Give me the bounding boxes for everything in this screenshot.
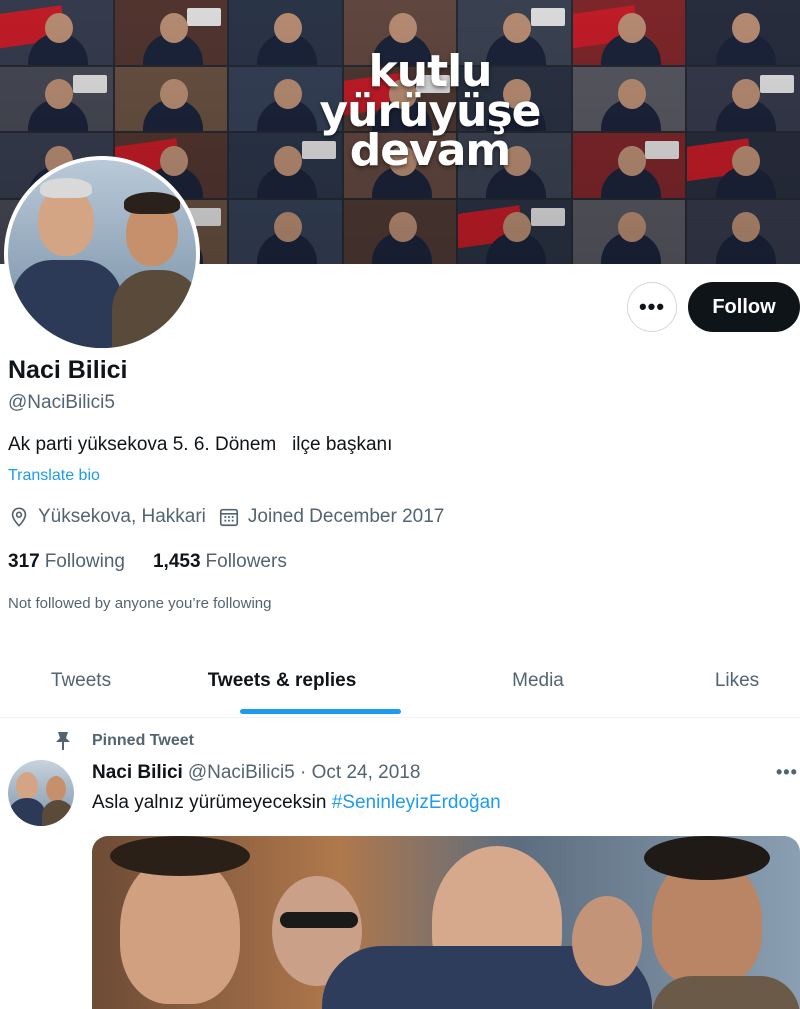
slogan-line-3: devam <box>349 125 512 177</box>
following-count: 317 <box>8 551 40 572</box>
profile-name: Naci Bilici <box>8 356 128 384</box>
profile-tabs: Tweets Tweets & replies Media Likes <box>0 656 800 718</box>
tweet-author-name[interactable]: Naci Bilici <box>92 762 183 784</box>
joined-item: Joined December 2017 <box>218 506 444 528</box>
tab-label: Media <box>512 670 564 691</box>
location-pin-icon <box>8 506 30 528</box>
translate-bio-link[interactable]: Translate bio <box>8 467 100 485</box>
tweet-hashtag[interactable]: #SeninleyizErdoğan <box>332 792 501 813</box>
tab-likes[interactable]: Likes <box>674 656 800 706</box>
location-item: Yüksekova, Hakkari <box>8 506 206 528</box>
followers-link[interactable]: 1,453 Followers <box>153 551 287 573</box>
tab-label: Tweets & replies <box>207 670 357 691</box>
tab-media[interactable]: Media <box>402 656 674 706</box>
more-options-button[interactable]: ••• <box>627 282 677 332</box>
profile-bio: Ak parti yüksekova 5. 6. Dönem ilçe başk… <box>8 434 393 455</box>
tweet-handle-date[interactable]: @NaciBilici5 · Oct 24, 2018 <box>188 762 421 784</box>
follow-button[interactable]: Follow <box>688 282 800 332</box>
calendar-icon <box>218 506 240 528</box>
pinned-label: Pinned Tweet <box>92 732 194 749</box>
tweet-media-photo[interactable] <box>92 836 800 1009</box>
avatar-photo <box>8 160 196 348</box>
tab-label: Tweets <box>50 670 112 691</box>
tab-tweets[interactable]: Tweets <box>0 656 162 706</box>
tab-tweets-and-replies[interactable]: Tweets & replies <box>162 656 402 714</box>
not-followed-note: Not followed by anyone you’re following <box>8 595 272 612</box>
tweet-text: Asla yalnız yürümeyeceksin #SeninleyizEr… <box>92 792 501 814</box>
profile-handle: @NaciBilici5 <box>8 392 115 413</box>
profile-meta: Yüksekova, Hakkari Joined December 2017 <box>8 506 456 528</box>
pinned-indicator: Pinned Tweet <box>54 731 194 751</box>
joined-text: Joined December 2017 <box>247 506 445 527</box>
active-tab-indicator <box>240 709 401 714</box>
tab-label: Likes <box>714 670 760 691</box>
tweet-body: Asla yalnız yürümeyeceksin <box>92 792 332 813</box>
following-link[interactable]: 317 Following <box>8 551 125 573</box>
profile-avatar[interactable] <box>4 156 200 352</box>
tweet-header: Naci Bilici @NaciBilici5 · Oct 24, 2018 <box>92 762 420 784</box>
tweet-more-button[interactable]: ••• <box>776 762 798 783</box>
location-text: Yüksekova, Hakkari <box>38 506 206 527</box>
banner-slogan: kutlu yürüyüşe devam <box>280 50 580 177</box>
tweet-author-avatar[interactable] <box>8 760 74 826</box>
followers-count: 1,453 <box>152 551 201 572</box>
followers-label: Followers <box>205 551 287 572</box>
following-label: Following <box>44 551 125 572</box>
pin-icon <box>54 731 72 751</box>
follow-stats: 317 Following 1,453 Followers <box>8 551 315 573</box>
